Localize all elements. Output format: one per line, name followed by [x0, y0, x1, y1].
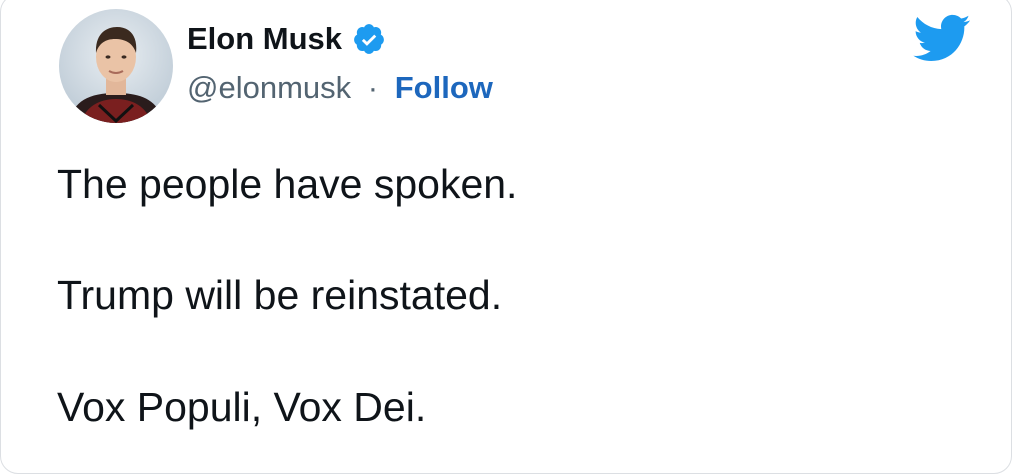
tweet-text-line: The people have spoken. [57, 161, 518, 207]
tweet-card[interactable]: Elon Musk @elonmusk · Follow The people … [0, 0, 1012, 474]
handle-separator: · [367, 70, 379, 105]
tweet-text-line: Trump will be reinstated. [57, 272, 503, 318]
author-handle[interactable]: @elonmusk [187, 70, 351, 105]
avatar[interactable] [59, 9, 173, 123]
author-name-row: Elon Musk [187, 21, 386, 57]
twitter-bird-icon[interactable] [911, 13, 971, 63]
author-handle-row: @elonmusk · Follow [187, 70, 493, 106]
tweet-text-line: Vox Populi, Vox Dei. [57, 384, 427, 430]
author-display-name[interactable]: Elon Musk [187, 21, 342, 57]
follow-button[interactable]: Follow [395, 70, 493, 105]
verified-badge-icon [352, 22, 386, 56]
